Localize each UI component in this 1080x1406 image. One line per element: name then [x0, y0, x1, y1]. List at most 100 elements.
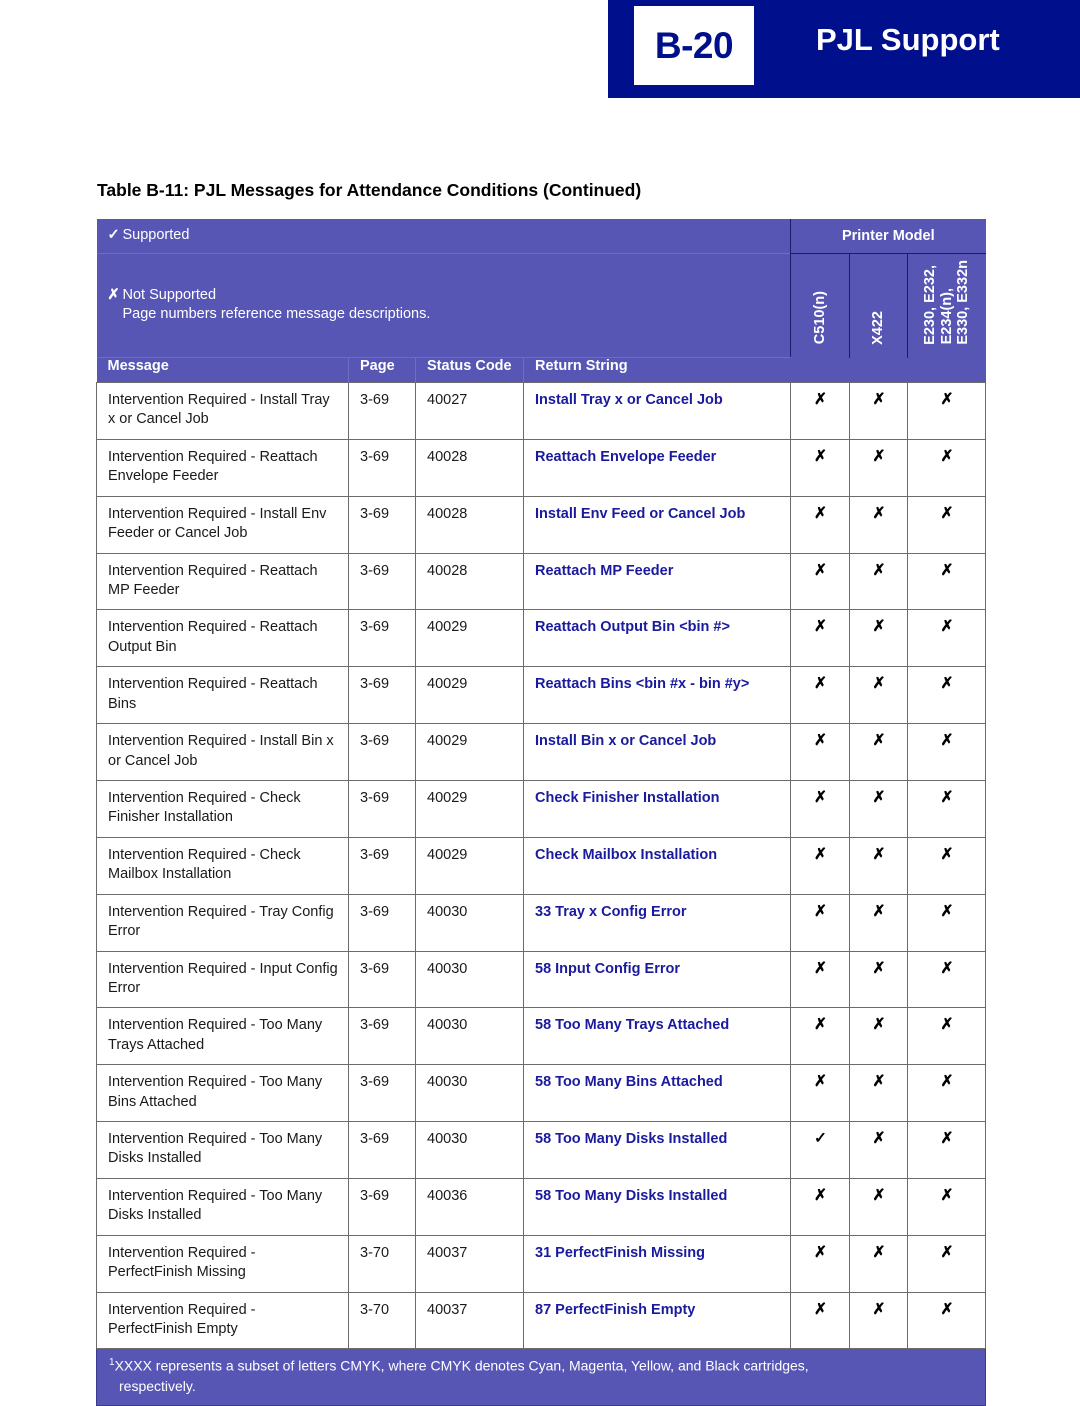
cell-message: Intervention Required - Reattach Bins: [96, 666, 349, 725]
supported-check-icon: ✓: [107, 227, 120, 243]
cell-return-string: 58 Input Config Error: [522, 951, 792, 1009]
page-banner: B-20 PJL Support: [608, 0, 1080, 91]
cell-message: Intervention Required - Reattach Output …: [96, 609, 349, 668]
column-header-status-code: Status Code: [415, 357, 524, 383]
cell-return-string: Reattach Output Bin <bin #>: [522, 609, 792, 668]
table-row: Intervention Required - Too Many Disks I…: [96, 1178, 987, 1236]
cell-support-c510: ✗: [790, 1178, 851, 1236]
cell-message: Intervention Required - Input Config Err…: [96, 951, 349, 1009]
cell-support-x422: ✗: [849, 439, 909, 497]
footnote: 1XXXX represents a subset of letters CMY…: [95, 1348, 987, 1406]
page-number: B-20: [654, 24, 734, 66]
cell-page: 3-69: [348, 609, 416, 668]
cell-status-code: 40028: [415, 553, 524, 611]
cell-status-code: 40037: [415, 1235, 524, 1293]
column-header-spacer-2: [849, 357, 908, 383]
cell-return-string: 58 Too Many Disks Installed: [522, 1178, 792, 1236]
cell-message: Intervention Required - Check Finisher I…: [96, 780, 349, 838]
page-number-box: B-20: [634, 6, 754, 85]
table-row: Intervention Required - Install Bin x or…: [96, 723, 987, 781]
column-header-message: Message: [96, 357, 349, 383]
cell-page: 3-69: [348, 894, 416, 952]
table-row: Intervention Required - PerfectFinish Mi…: [96, 1235, 987, 1293]
cell-support-e230: ✗: [907, 496, 987, 554]
cell-page: 3-69: [348, 723, 416, 781]
legend-supported: ✓ Supported: [96, 219, 791, 254]
cell-return-string: Install Tray x or Cancel Job: [522, 382, 792, 440]
table-row: Intervention Required - Install Tray x o…: [96, 382, 987, 440]
footnote-line2: respectively.: [119, 1377, 196, 1394]
table-caption: Table B-11: PJL Messages for Attendance …: [97, 180, 642, 200]
cell-message: Intervention Required - Too Many Disks I…: [96, 1121, 349, 1179]
cell-support-e230: ✗: [907, 723, 987, 781]
column-header-return-string: Return String: [523, 357, 791, 383]
cell-message: Intervention Required - Install Tray x o…: [96, 382, 349, 440]
cell-status-code: 40030: [415, 1064, 524, 1123]
table-row: Intervention Required - PerfectFinish Em…: [96, 1292, 987, 1350]
cell-support-x422: ✗: [849, 553, 909, 611]
cell-support-c510: ✗: [790, 1007, 851, 1066]
cell-page: 3-69: [348, 553, 416, 611]
cell-status-code: 40029: [415, 723, 524, 781]
cell-page: 3-69: [348, 1121, 416, 1179]
cell-support-e230: ✗: [907, 382, 987, 440]
table-footer: 1XXXX represents a subset of letters CMY…: [95, 1348, 987, 1406]
column-header-e230-group: E230, E232,E234(n),E330, E332n: [907, 253, 986, 358]
cell-support-x422: ✗: [849, 1178, 909, 1236]
cell-status-code: 40030: [415, 951, 524, 1009]
footnote-line1: XXXX represents a subset of letters CMYK…: [114, 1358, 809, 1375]
cell-support-c510: ✓: [790, 1121, 851, 1179]
cell-page: 3-69: [348, 666, 416, 725]
cell-page: 3-70: [348, 1235, 416, 1293]
cell-support-x422: ✗: [849, 382, 909, 440]
cell-support-e230: ✗: [907, 609, 987, 668]
cell-support-c510: ✗: [790, 553, 851, 611]
cell-support-x422: ✗: [849, 666, 909, 725]
cell-page: 3-69: [348, 1064, 416, 1123]
cell-support-x422: ✗: [849, 1121, 909, 1179]
cell-return-string: Reattach MP Feeder: [522, 553, 792, 611]
table-row: Intervention Required - Install Env Feed…: [96, 496, 987, 554]
cell-support-e230: ✗: [907, 1121, 987, 1179]
cell-support-e230: ✗: [907, 1064, 987, 1123]
cell-support-c510: ✗: [790, 439, 851, 497]
table-row: Intervention Required - Tray Config Erro…: [96, 894, 987, 952]
cell-page: 3-69: [348, 780, 416, 838]
cell-support-x422: ✗: [849, 1007, 909, 1066]
cell-support-e230: ✗: [907, 837, 987, 895]
cell-status-code: 40030: [415, 1121, 524, 1179]
cell-return-string: 87 PerfectFinish Empty: [522, 1292, 792, 1350]
cell-message: Intervention Required - PerfectFinish Mi…: [96, 1235, 349, 1293]
cell-support-x422: ✗: [849, 723, 909, 781]
cell-message: Intervention Required - Reattach MP Feed…: [96, 553, 349, 611]
cell-support-x422: ✗: [849, 609, 909, 668]
cell-status-code: 40029: [415, 609, 524, 668]
cell-support-c510: ✗: [790, 609, 851, 668]
cell-page: 3-69: [348, 382, 416, 440]
cell-status-code: 40028: [415, 439, 524, 497]
cell-support-x422: ✗: [849, 496, 909, 554]
cell-return-string: Reattach Bins <bin #x - bin #y>: [522, 666, 792, 725]
cell-return-string: 58 Too Many Trays Attached: [522, 1007, 792, 1066]
cell-support-c510: ✗: [790, 894, 851, 952]
table-row: Intervention Required - Reattach Output …: [96, 609, 987, 668]
banner-underbar: [608, 91, 1080, 98]
cell-page: 3-69: [348, 1178, 416, 1236]
cell-support-e230: ✗: [907, 894, 987, 952]
cell-return-string: 33 Tray x Config Error: [522, 894, 792, 952]
column-header-spacer-3: [907, 357, 986, 383]
cell-support-e230: ✗: [907, 553, 987, 611]
cell-status-code: 40029: [415, 837, 524, 895]
cell-page: 3-69: [348, 951, 416, 1009]
cell-support-c510: ✗: [790, 496, 851, 554]
column-header-x422: X422: [849, 253, 908, 358]
cell-status-code: 40028: [415, 496, 524, 554]
legend-row-supported: ✓ Supported Printer Model: [96, 219, 986, 254]
cell-page: 3-69: [348, 1007, 416, 1066]
cell-message: Intervention Required - Tray Config Erro…: [96, 894, 349, 952]
cell-message: Intervention Required - Install Env Feed…: [96, 496, 349, 554]
table-row: Intervention Required - Check Mailbox In…: [96, 837, 987, 895]
printer-model-group-header: Printer Model: [790, 219, 986, 254]
cell-support-c510: ✗: [790, 951, 851, 1009]
cell-support-e230: ✗: [907, 1235, 987, 1293]
